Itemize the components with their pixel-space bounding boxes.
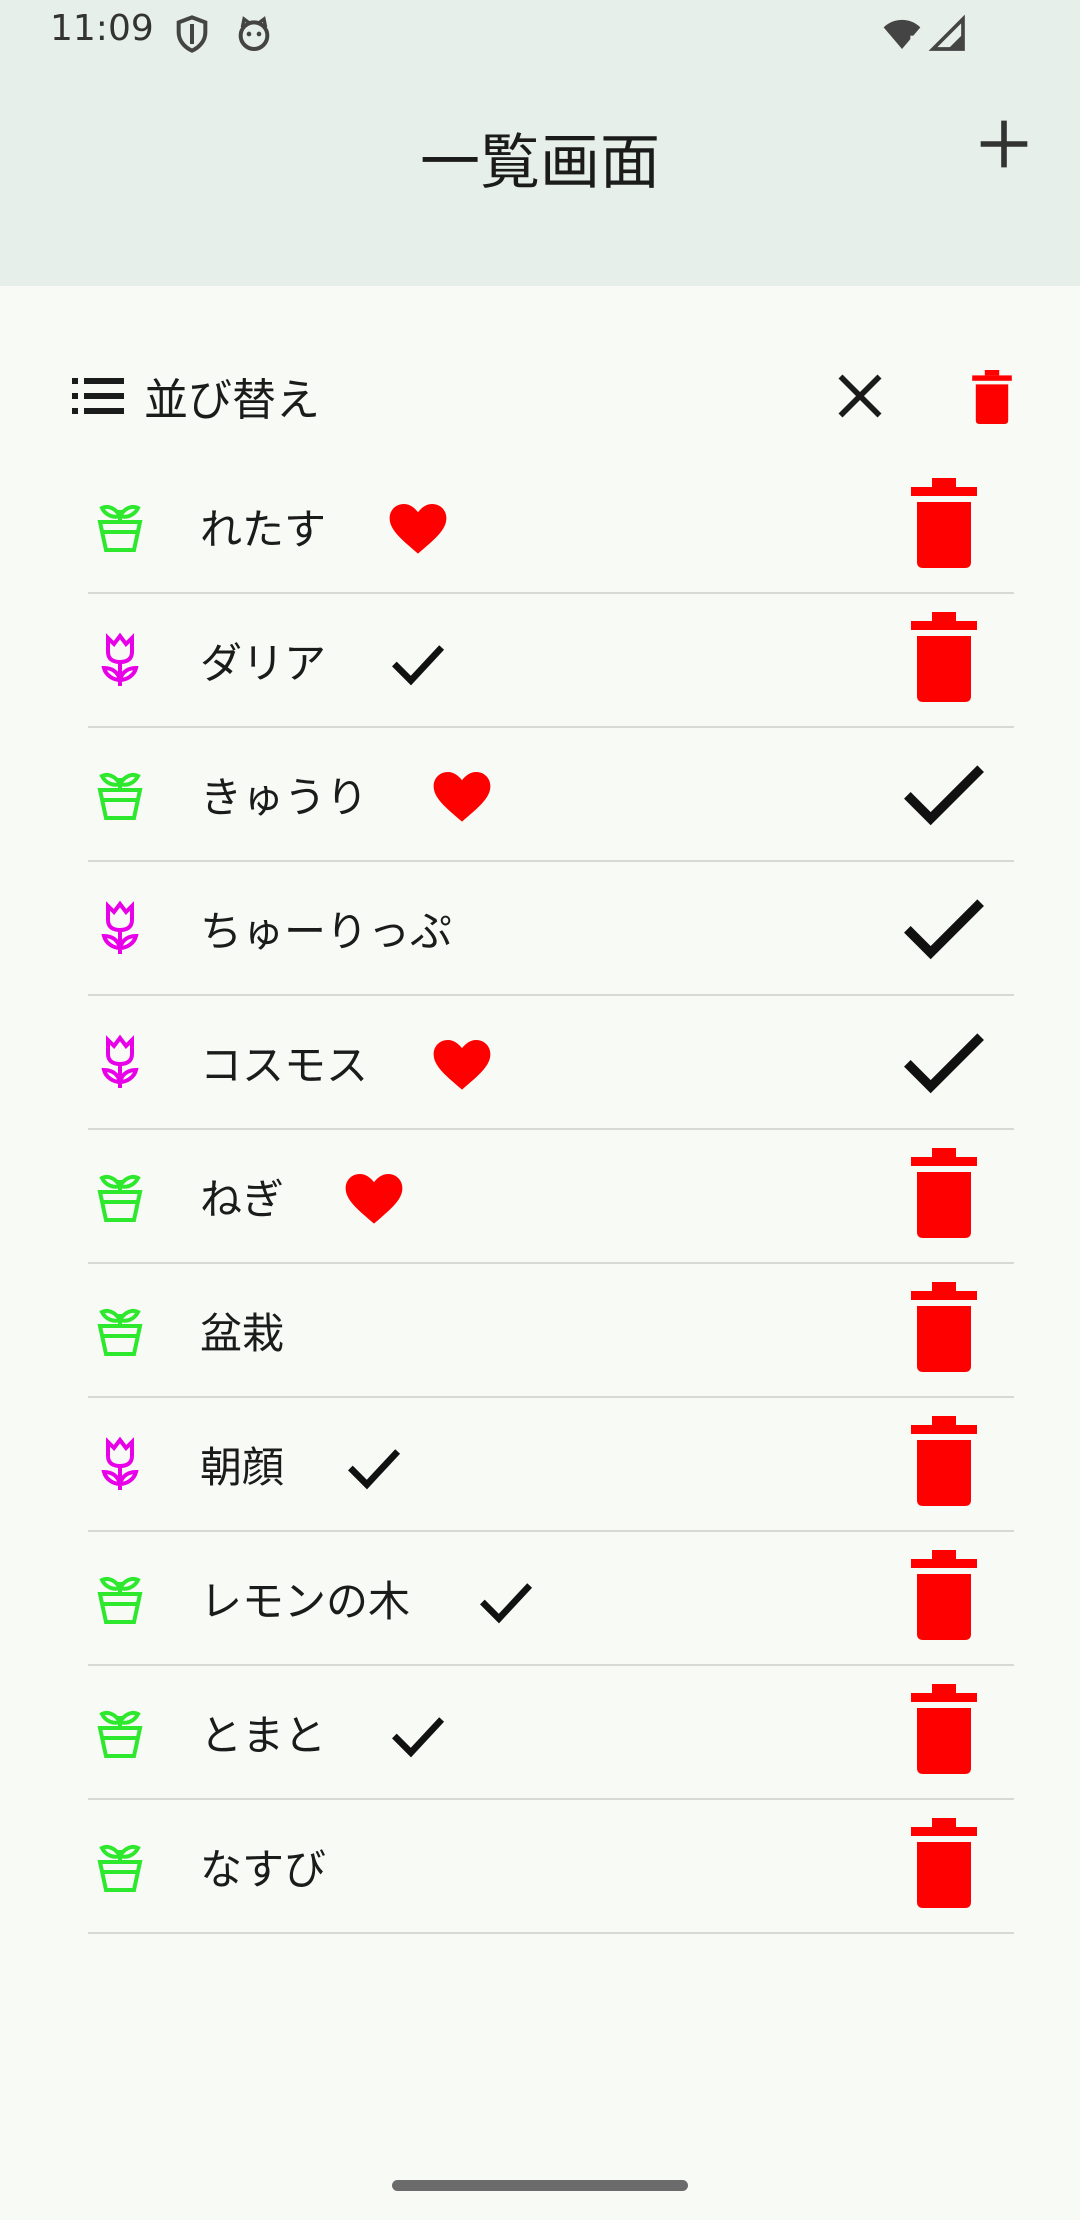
plant-name: レモンの木: [200, 1577, 411, 1626]
plant-name: れたす: [200, 505, 327, 554]
delete-button[interactable]: [908, 1550, 980, 1640]
sprout-pot-icon: [97, 1711, 143, 1758]
done-check-icon[interactable]: [902, 886, 986, 966]
plant-name: コスモス: [200, 1041, 369, 1090]
status-bar: 11:09: [0, 0, 1080, 66]
delete-trash-icon[interactable]: [908, 478, 980, 568]
sprout-pot-icon: [97, 1175, 143, 1222]
done-check-icon[interactable]: [902, 1020, 986, 1100]
plant-list-item[interactable]: 盆栽: [88, 1264, 1014, 1398]
delete-button[interactable]: [908, 1818, 980, 1908]
delete-button[interactable]: [908, 1684, 980, 1774]
plant-list-item[interactable]: レモンの木: [88, 1532, 1014, 1666]
trash-icon[interactable]: [970, 370, 1014, 424]
delete-trash-icon[interactable]: [908, 1148, 980, 1238]
sprout-pot-icon: [97, 1577, 143, 1624]
favorite-heart-icon: [389, 504, 447, 554]
plant-name: ダリア: [200, 639, 327, 688]
favorite-heart-icon: [433, 772, 491, 822]
sort-button-label[interactable]: 並び替え: [144, 364, 320, 428]
plant-name: ちゅーりっぷ: [200, 907, 453, 956]
plant-list-item[interactable]: コスモス: [88, 996, 1014, 1130]
tulip-icon: [101, 1436, 139, 1490]
signal-icon: [928, 14, 965, 51]
plant-status-mark: [388, 638, 448, 690]
sort-toolbar: 並び替え: [0, 340, 1080, 450]
plant-status-mark: [432, 772, 492, 824]
watered-check-icon: [392, 645, 445, 686]
plant-status-mark: [388, 1710, 448, 1762]
watered-check-icon: [392, 1717, 445, 1758]
plant-status-mark: [388, 504, 448, 556]
favorite-heart-icon: [433, 1040, 491, 1090]
plant-list-item[interactable]: れたす: [88, 460, 1014, 594]
sprout-pot-icon: [97, 1309, 143, 1356]
tulip-icon: [101, 632, 139, 686]
done-button[interactable]: [902, 1020, 986, 1100]
plant-list: れたす ダリア きゅうり ちゅーりっぷ コスモス ねぎ 盆栽 朝顔 レモンの木 …: [88, 460, 1014, 1934]
delete-button[interactable]: [908, 478, 980, 568]
done-button[interactable]: [902, 886, 986, 966]
page-title: 一覧画面: [420, 128, 660, 198]
plant-name: なすび: [200, 1845, 327, 1894]
gesture-nav-handle[interactable]: [392, 2180, 688, 2191]
plant-list-item[interactable]: ダリア: [88, 594, 1014, 728]
plant-status-mark: [476, 1576, 536, 1628]
delete-trash-icon[interactable]: [908, 1684, 980, 1774]
sprout-pot-icon: [97, 1845, 143, 1892]
delete-trash-icon[interactable]: [908, 1818, 980, 1908]
plant-list-item[interactable]: なすび: [88, 1800, 1014, 1934]
done-check-icon[interactable]: [902, 752, 986, 832]
plant-list-item[interactable]: ちゅーりっぷ: [88, 862, 1014, 996]
delete-button[interactable]: [908, 1282, 980, 1372]
wifi-icon: [883, 19, 921, 49]
status-time: 11:09: [50, 8, 154, 49]
delete-trash-icon[interactable]: [908, 1550, 980, 1640]
plant-name: きゅうり: [200, 773, 369, 822]
plant-status-mark: [432, 1040, 492, 1092]
plant-status-mark: [344, 1442, 404, 1494]
cat-face-icon: [238, 16, 270, 52]
list-icon[interactable]: [72, 376, 124, 416]
delete-button[interactable]: [908, 612, 980, 702]
tulip-icon: [101, 900, 139, 954]
delete-button[interactable]: [908, 1416, 980, 1506]
watered-check-icon: [480, 1583, 533, 1624]
close-icon[interactable]: [834, 370, 886, 422]
watered-check-icon: [348, 1449, 401, 1490]
delete-trash-icon[interactable]: [908, 612, 980, 702]
delete-button[interactable]: [908, 1148, 980, 1238]
plant-list-item[interactable]: きゅうり: [88, 728, 1014, 862]
plant-list-item[interactable]: 朝顔: [88, 1398, 1014, 1532]
plant-name: 朝顔: [200, 1443, 285, 1492]
plant-status-mark: [344, 1174, 404, 1226]
done-button[interactable]: [902, 752, 986, 832]
sprout-pot-icon: [97, 505, 143, 552]
plant-name: 盆栽: [200, 1309, 285, 1358]
plant-name: ねぎ: [200, 1175, 285, 1224]
add-button[interactable]: [976, 116, 1032, 172]
delete-trash-icon[interactable]: [908, 1416, 980, 1506]
plant-name: とまと: [200, 1711, 327, 1760]
delete-trash-icon[interactable]: [908, 1282, 980, 1372]
shield-icon: [176, 15, 208, 53]
plant-list-item[interactable]: とまと: [88, 1666, 1014, 1800]
tulip-icon: [101, 1034, 139, 1088]
sprout-pot-icon: [97, 773, 143, 820]
app-bar: 一覧画面: [0, 66, 1080, 286]
plant-list-item[interactable]: ねぎ: [88, 1130, 1014, 1264]
favorite-heart-icon: [345, 1174, 403, 1224]
